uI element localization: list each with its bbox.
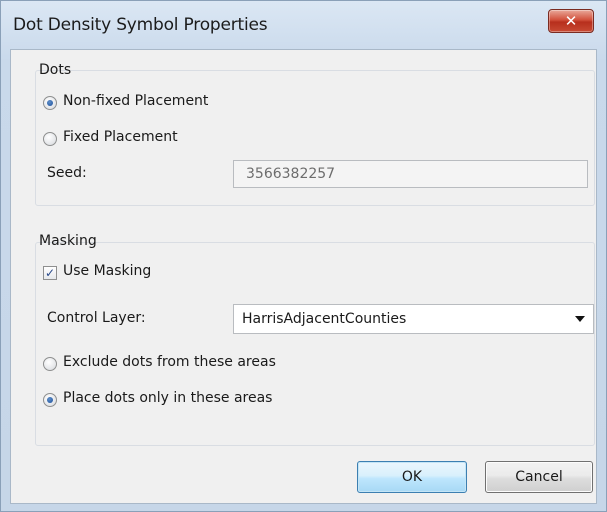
dialog-window: Dot Density Symbol Properties ✕ Dots Non… — [0, 0, 607, 512]
use-masking-checkbox[interactable]: ✓ — [43, 266, 57, 280]
title-bar[interactable]: Dot Density Symbol Properties ✕ — [1, 1, 606, 49]
fixed-placement-label[interactable]: Fixed Placement — [63, 129, 178, 145]
nonfixed-placement-label[interactable]: Non-fixed Placement — [63, 93, 208, 109]
control-layer-value: HarrisAdjacentCounties — [242, 311, 407, 327]
control-layer-label: Control Layer: — [47, 310, 146, 326]
masking-group-label: Masking — [39, 233, 97, 249]
ok-button[interactable]: OK — [357, 461, 467, 493]
dialog-body: Dots Non-fixed Placement Fixed Placement… — [10, 49, 597, 504]
seed-label: Seed: — [47, 165, 87, 181]
dots-group-label: Dots — [39, 62, 72, 78]
checkmark-icon: ✓ — [44, 266, 56, 280]
use-masking-label[interactable]: Use Masking — [63, 263, 151, 279]
control-layer-select[interactable]: HarrisAdjacentCounties — [233, 304, 594, 334]
chevron-down-icon[interactable] — [575, 316, 585, 322]
cancel-button[interactable]: Cancel — [485, 461, 593, 493]
close-icon: ✕ — [564, 12, 578, 30]
close-button[interactable]: ✕ — [548, 9, 594, 33]
dialog-title: Dot Density Symbol Properties — [13, 15, 268, 35]
seed-field[interactable]: 3566382257 — [233, 160, 588, 188]
exclude-dots-radio[interactable] — [43, 357, 57, 371]
exclude-dots-label[interactable]: Exclude dots from these areas — [63, 354, 276, 370]
nonfixed-placement-radio[interactable] — [43, 96, 57, 110]
fixed-placement-radio[interactable] — [43, 132, 57, 146]
place-dots-radio[interactable] — [43, 393, 57, 407]
place-dots-label[interactable]: Place dots only in these areas — [63, 390, 272, 406]
